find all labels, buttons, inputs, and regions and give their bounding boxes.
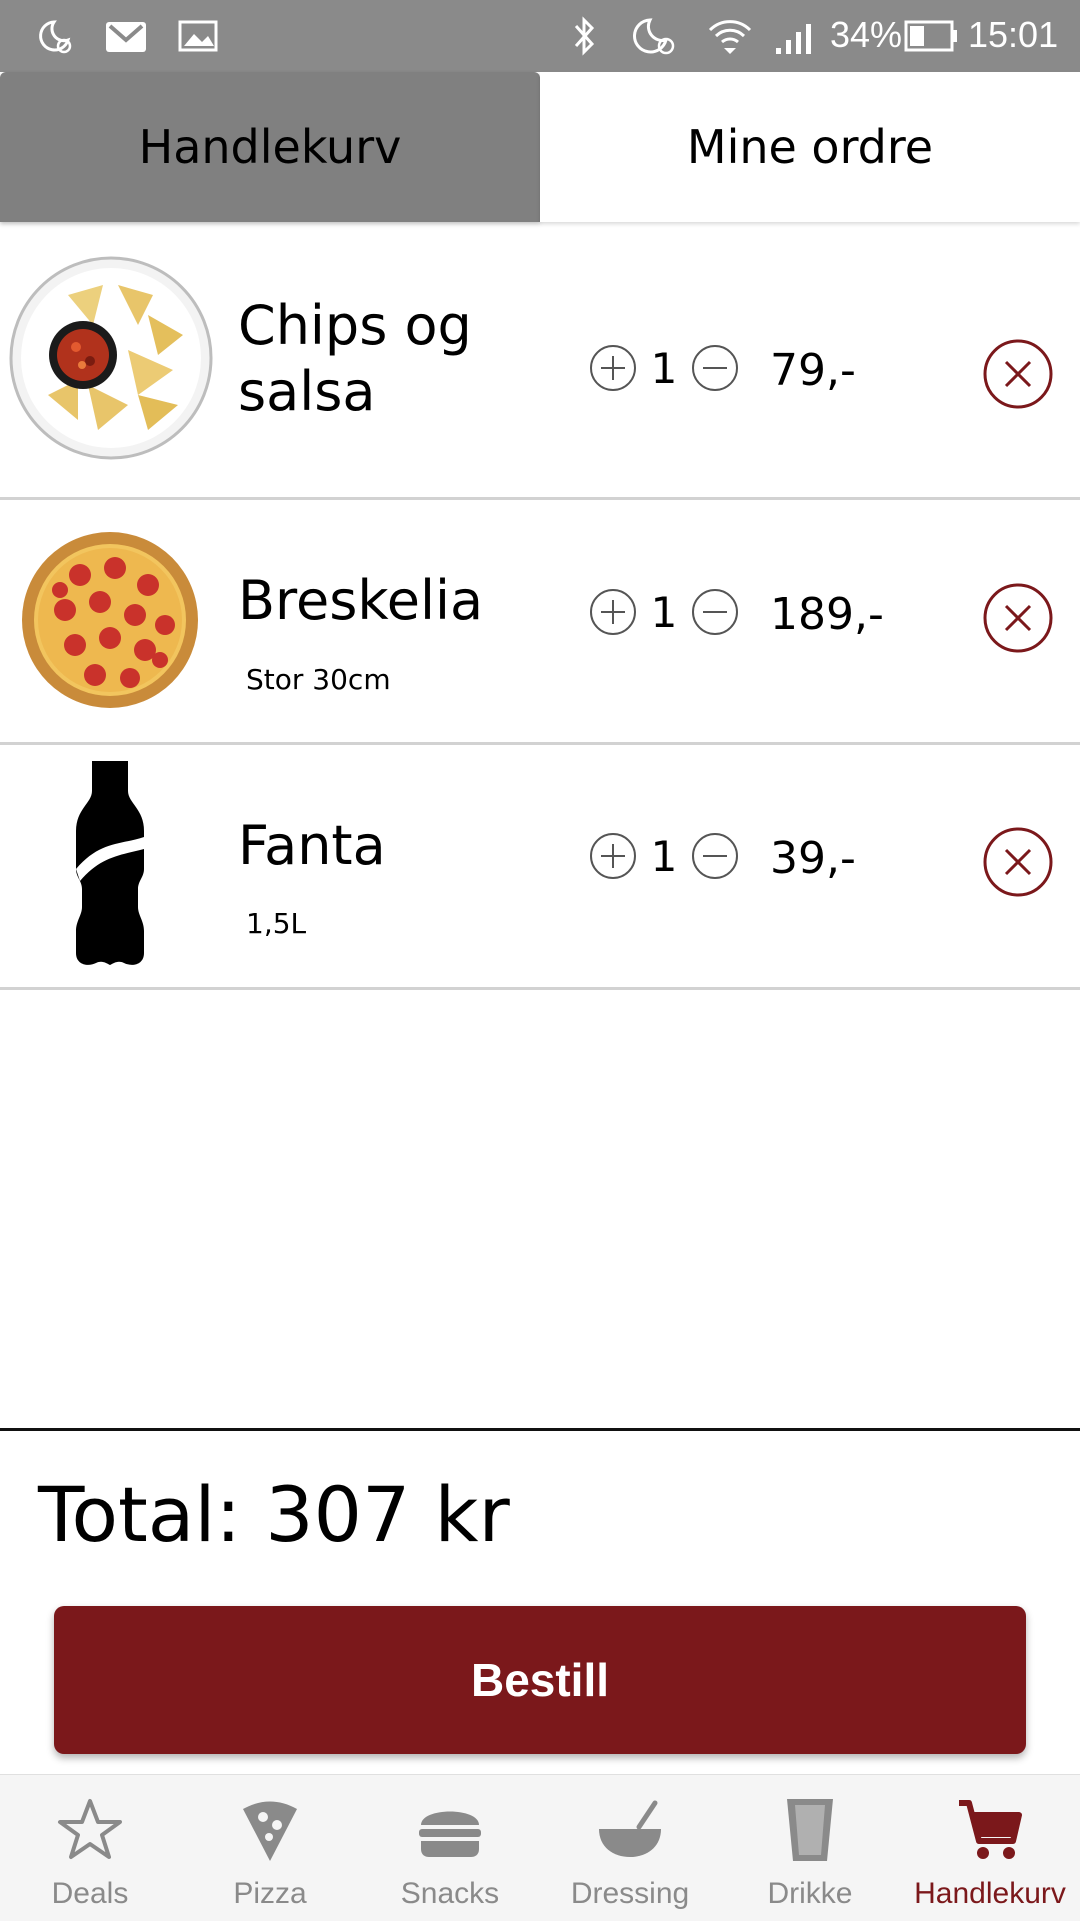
item-price: 79,-: [770, 345, 856, 396]
remove-item-icon[interactable]: [982, 582, 1054, 654]
chips-salsa-image: [9, 256, 213, 460]
quantity-stepper: 1: [588, 343, 740, 393]
nav-item-handlekurv[interactable]: Handlekurv: [900, 1775, 1080, 1921]
bluetooth-icon: [574, 16, 595, 56]
pizza-image: [22, 532, 198, 708]
nav-item-snacks[interactable]: Snacks: [360, 1775, 540, 1921]
nav-label: Pizza: [233, 1877, 307, 1910]
gmail-icon: [106, 22, 146, 52]
tab-bar: Handlekurv Mine ordre: [0, 72, 1080, 222]
battery-icon: [904, 20, 957, 52]
do-not-disturb-icon: [39, 20, 72, 54]
bottom-nav: Deals Pizza Snacks Dressing Drikke Handl…: [0, 1774, 1080, 1921]
item-variant: 1,5L: [246, 907, 307, 940]
glass-icon: [787, 1799, 833, 1861]
total-divider: [0, 1428, 1080, 1431]
item-name: Chips og salsa: [238, 294, 472, 423]
nav-label: Snacks: [400, 1877, 500, 1910]
nav-label: Handlekurv: [914, 1877, 1066, 1910]
nav-item-drikke[interactable]: Drikke: [720, 1775, 900, 1921]
remove-item-icon[interactable]: [982, 338, 1054, 410]
nav-label: Drikke: [767, 1877, 853, 1910]
minus-circle-icon[interactable]: [690, 343, 740, 393]
status-bar: 34% 15:01: [0, 0, 1080, 72]
plus-circle-icon[interactable]: [588, 343, 638, 393]
image-icon: [178, 20, 218, 52]
bottle-image: [76, 761, 144, 965]
remove-item-icon[interactable]: [982, 826, 1054, 898]
quantity-value: 1: [650, 831, 678, 881]
wifi-icon: [708, 20, 752, 54]
clock: 15:01: [968, 14, 1059, 55]
order-button[interactable]: Bestill: [54, 1606, 1026, 1754]
quantity-stepper: 1: [588, 831, 740, 881]
tab-mine-ordre[interactable]: Mine ordre: [540, 72, 1080, 222]
battery-percent: 34%: [830, 14, 903, 55]
item-variant: Stor 30cm: [246, 663, 391, 696]
nav-item-deals[interactable]: Deals: [0, 1775, 180, 1921]
signal-icon: [776, 24, 811, 54]
item-name: Breskelia: [238, 569, 484, 632]
total-label: Total: 307 kr: [38, 1470, 510, 1559]
item-price: 189,-: [770, 589, 884, 640]
quantity-value: 1: [650, 587, 678, 637]
nav-item-pizza[interactable]: Pizza: [180, 1775, 360, 1921]
tab-handlekurv[interactable]: Handlekurv: [0, 72, 540, 222]
nav-label: Deals: [51, 1877, 129, 1910]
alarm-moon-icon: [633, 18, 675, 55]
star-icon: [58, 1799, 122, 1859]
minus-circle-icon[interactable]: [690, 831, 740, 881]
cart-item: Chips og salsa 1 79,-: [0, 255, 1080, 500]
cart-item: Fanta 1,5L 1 39,-: [0, 745, 1080, 990]
nav-item-dressing[interactable]: Dressing: [540, 1775, 720, 1921]
quantity-value: 1: [650, 343, 678, 393]
cart-icon: [959, 1800, 1022, 1859]
quantity-stepper: 1: [588, 587, 740, 637]
burger-icon: [419, 1811, 481, 1857]
plus-circle-icon[interactable]: [588, 831, 638, 881]
cart-item: Breskelia Stor 30cm 1 189,-: [0, 500, 1080, 745]
nav-label: Dressing: [570, 1877, 690, 1910]
item-name: Fanta: [238, 814, 386, 877]
minus-circle-icon[interactable]: [690, 587, 740, 637]
plus-circle-icon[interactable]: [588, 587, 638, 637]
item-price: 39,-: [770, 833, 856, 884]
pizza-slice-icon: [243, 1801, 297, 1861]
bowl-icon: [599, 1800, 661, 1857]
